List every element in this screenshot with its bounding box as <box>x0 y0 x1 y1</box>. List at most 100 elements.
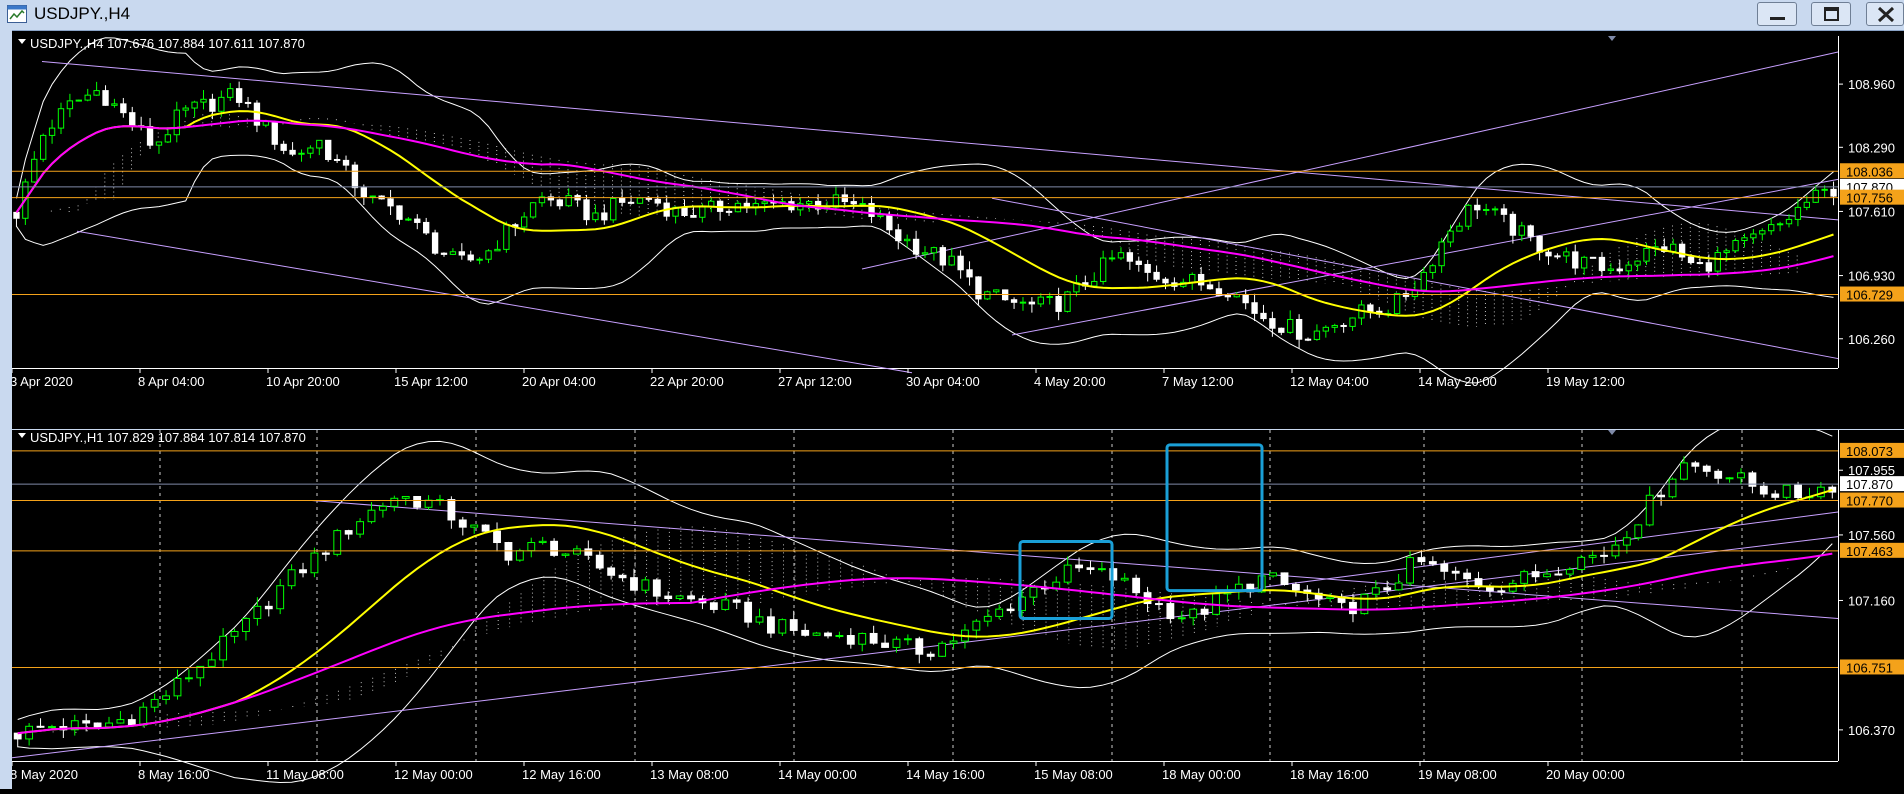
candle-body <box>1563 251 1570 257</box>
collapse-triangle-icon[interactable] <box>18 39 26 44</box>
candle-body <box>57 108 65 129</box>
candle-body <box>1577 556 1586 570</box>
candle-body <box>1634 524 1643 539</box>
candle-body <box>949 640 958 644</box>
candle-body <box>583 199 590 221</box>
trend-line[interactable] <box>76 230 913 374</box>
candle-body <box>1714 470 1723 479</box>
candle-body <box>1420 271 1427 291</box>
panel-header: USDJPY.,H1 107.829 107.884 107.814 107.8… <box>30 430 306 445</box>
candle-body <box>846 635 855 645</box>
candle-body <box>1482 208 1490 211</box>
candle-body <box>1491 208 1499 211</box>
trend-line[interactable] <box>11 536 1839 759</box>
candle-body <box>1812 189 1819 203</box>
candle-body <box>1287 318 1294 333</box>
price-chart-h1[interactable]: 107.955 107.560 107.160 106.370 108.073 107.8… <box>10 420 1904 789</box>
chart-panel-h4[interactable]: 108.960 108.290 107.610 106.930 106.260 108.0… <box>10 36 1904 429</box>
candle-body <box>1091 280 1098 287</box>
trend-line[interactable] <box>41 60 1839 221</box>
candle-body <box>1200 608 1209 615</box>
x-axis-tick-label: 30 Apr 04:00 <box>906 374 980 389</box>
candle-body <box>244 101 252 104</box>
candle-body <box>675 595 684 600</box>
window-border <box>0 30 12 789</box>
candle-body <box>191 101 198 109</box>
candle-body <box>413 495 422 508</box>
chart-panel-h1[interactable]: 107.955 107.560 107.160 106.370 108.073 107.8… <box>10 420 1904 789</box>
y-axis-tick-label: 106.930 <box>1848 269 1895 284</box>
candle-body <box>767 616 775 634</box>
candle-body <box>1518 225 1525 236</box>
candle-body <box>618 197 626 203</box>
candle-body <box>310 552 319 574</box>
candle-body <box>1295 318 1303 340</box>
candle-body <box>1120 577 1129 581</box>
candle-body <box>1794 206 1802 220</box>
candle-body <box>447 499 456 521</box>
minimize-button[interactable] <box>1757 2 1797 26</box>
candle-body <box>150 698 159 708</box>
candle-body <box>1117 252 1125 259</box>
candle-body <box>1531 571 1540 578</box>
candle-body <box>1349 601 1357 615</box>
candle-body <box>84 94 91 101</box>
candle-body <box>494 248 501 252</box>
moving-average-fast <box>15 110 1834 317</box>
chart-shift-marker-icon[interactable] <box>1608 430 1616 435</box>
candle-body <box>690 214 697 218</box>
candle-body <box>565 195 572 207</box>
collapse-triangle-icon[interactable] <box>18 433 26 438</box>
bollinger-upper-band <box>16 37 1834 280</box>
candle-body <box>200 98 207 103</box>
window-title: USDJPY.,H4 <box>34 4 131 23</box>
highlight-box <box>1165 443 1264 593</box>
candle-body <box>1622 537 1631 546</box>
candle-body <box>904 238 911 242</box>
candle-body <box>1598 256 1606 271</box>
candle-body <box>299 569 307 574</box>
price-chart-h4[interactable]: 108.960 108.290 107.610 106.930 106.260 108.0… <box>10 36 1904 420</box>
chart-shift-marker-icon[interactable] <box>1608 36 1616 41</box>
candle-body <box>1291 583 1300 591</box>
candle-body <box>1280 572 1289 585</box>
candle-body <box>801 629 810 636</box>
candle-body <box>895 229 902 242</box>
candle-body <box>1269 572 1278 577</box>
candle-body <box>470 524 479 528</box>
y-axis-tick-label: 107.560 <box>1848 528 1895 543</box>
candle-body <box>664 595 673 600</box>
candle-body <box>1741 237 1748 241</box>
trend-line[interactable] <box>861 51 1839 270</box>
candle-body <box>1670 243 1677 252</box>
candle-body <box>146 126 154 146</box>
trend-line[interactable] <box>1011 178 1839 336</box>
candle-body <box>1580 256 1588 269</box>
maximize-icon <box>1824 7 1839 21</box>
candle-body <box>1417 557 1426 563</box>
candle-body <box>325 139 332 160</box>
window-titlebar[interactable]: USDJPY.,H4 <box>0 0 1904 31</box>
candle-body <box>744 601 753 623</box>
candle-body <box>984 291 991 300</box>
candle-body <box>1497 590 1506 593</box>
maximize-button[interactable] <box>1811 2 1851 26</box>
candle-body <box>1643 247 1650 262</box>
candle-body <box>1197 273 1205 286</box>
candle-body <box>1383 587 1392 591</box>
bollinger-lower-band <box>16 154 1834 384</box>
candle-body <box>1438 241 1445 267</box>
candle-body <box>493 530 501 544</box>
candle-body <box>1055 295 1062 312</box>
close-button[interactable] <box>1866 2 1904 26</box>
candle-body <box>1340 324 1347 327</box>
y-axis-tick-label: 107.610 <box>1848 204 1895 219</box>
trend-line[interactable] <box>311 500 1839 619</box>
candle-body <box>1554 573 1563 576</box>
candle-body <box>173 677 182 697</box>
candle-body <box>1260 312 1267 320</box>
candle-body <box>481 524 490 532</box>
candle-body <box>139 706 148 726</box>
candle-body <box>40 134 47 160</box>
candle-body <box>972 620 981 631</box>
